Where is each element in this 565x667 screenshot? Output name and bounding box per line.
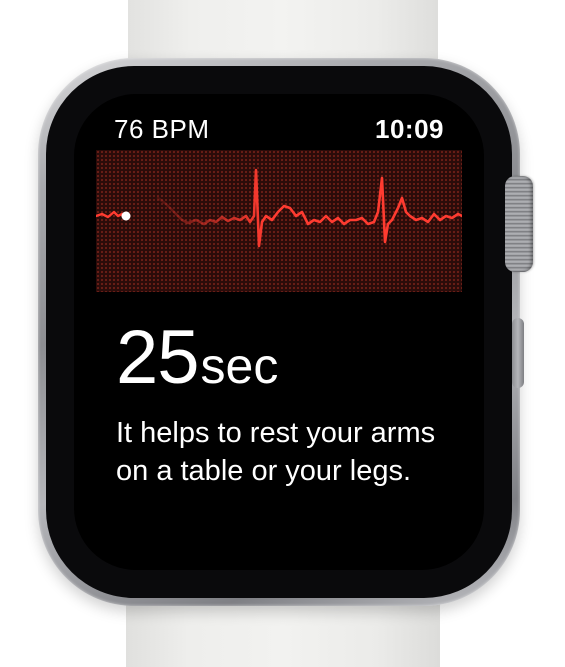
- ecg-trace-old: [96, 210, 124, 219]
- clock-time: 10:09: [375, 114, 444, 144]
- digital-crown[interactable]: [505, 176, 533, 272]
- side-button[interactable]: [512, 318, 524, 388]
- ecg-waveform: [96, 168, 462, 248]
- countdown-timer: 25sec: [116, 320, 278, 396]
- countdown-value: 25: [116, 315, 200, 400]
- ecg-progress-dot: [121, 211, 131, 221]
- watch-display: 76 BPM 10:09 25sec It helps to rest your…: [74, 94, 484, 570]
- countdown-unit: sec: [200, 338, 279, 394]
- ecg-trace: [156, 168, 462, 248]
- ecg-graph: [96, 150, 462, 292]
- watch-product-image: 76 BPM 10:09 25sec It helps to rest your…: [0, 0, 565, 667]
- status-bar: 76 BPM 10:09: [114, 114, 444, 146]
- heart-rate-readout: 76 BPM: [114, 114, 210, 144]
- instruction-text: It helps to rest your arms on a table or…: [116, 417, 436, 487]
